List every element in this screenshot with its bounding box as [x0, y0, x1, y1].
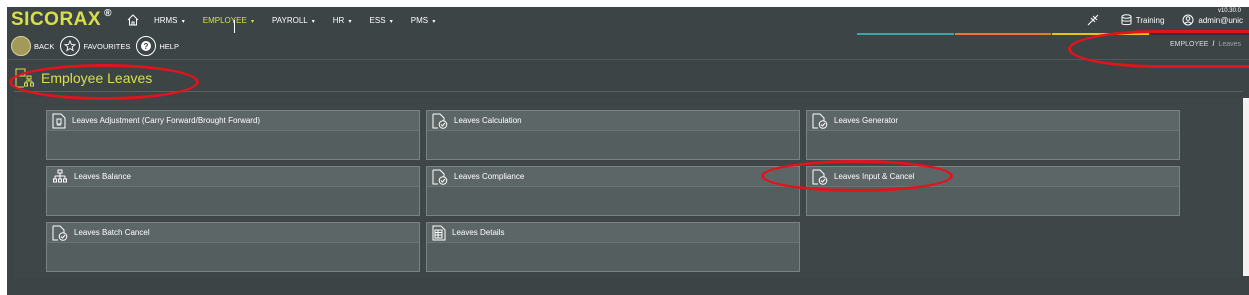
brand-logo[interactable]: SICORAX ®: [11, 8, 112, 31]
main-content: Leaves Adjustment (Carry Forward/Brought…: [7, 95, 1249, 295]
progress-strip-orange: [955, 33, 1051, 35]
document-check-icon: [812, 113, 828, 129]
document-check-icon: [432, 169, 448, 185]
progress-strip-teal: [857, 33, 954, 35]
user-icon: [1182, 14, 1194, 26]
back-button[interactable]: BACK: [7, 36, 54, 56]
secondary-toolbar: BACK FAVOURITES ? HELP EMPLOYEE / Leaves: [7, 33, 1249, 59]
page-header: Employee Leaves: [7, 59, 1249, 95]
menu-employee[interactable]: EMPLOYEE ▾: [203, 16, 254, 25]
home-icon[interactable]: [126, 13, 140, 27]
database-selector[interactable]: Training: [1121, 14, 1164, 26]
menu-payroll[interactable]: PAYROLL ▾: [272, 16, 315, 25]
progress-strip-dark: [1150, 33, 1249, 35]
breadcrumb-parent[interactable]: EMPLOYEE: [1170, 41, 1209, 48]
hierarchy-icon: [15, 68, 34, 87]
progress-strip-yellow: [1052, 33, 1149, 35]
vertical-scrollbar[interactable]: [1243, 98, 1249, 276]
hierarchy-icon: [53, 169, 67, 182]
tile-leaves-balance[interactable]: Leaves Balance: [46, 166, 420, 216]
tile-leaves-calculation[interactable]: Leaves Calculation: [426, 110, 800, 160]
menu-hr[interactable]: HR ▾: [333, 16, 352, 25]
document-badge-icon: [52, 113, 66, 128]
page-title: Employee Leaves: [41, 69, 153, 86]
tiles-panel: Leaves Adjustment (Carry Forward/Brought…: [14, 98, 1241, 278]
main-menu: HRMS ▾ EMPLOYEE ▾ PAYROLL ▾ HR ▾ ESS ▾ P…: [154, 16, 453, 25]
divider: [14, 91, 1243, 92]
tile-leaves-input-cancel[interactable]: Leaves Input & Cancel: [806, 166, 1180, 216]
document-check-icon: [52, 225, 68, 241]
document-list-icon: [432, 225, 446, 240]
document-check-icon: [812, 169, 828, 185]
tile-leaves-batch-cancel[interactable]: Leaves Batch Cancel: [46, 222, 420, 272]
tile-leaves-compliance[interactable]: Leaves Compliance: [426, 166, 800, 216]
back-icon: [11, 36, 31, 56]
user-menu[interactable]: admin@unic: [1182, 14, 1243, 26]
breadcrumb: EMPLOYEE / Leaves: [1169, 41, 1241, 48]
star-icon: [60, 36, 81, 56]
tile-leaves-adjustment[interactable]: Leaves Adjustment (Carry Forward/Brought…: [46, 110, 420, 160]
breadcrumb-current: Leaves: [1218, 41, 1241, 48]
help-icon: ?: [136, 36, 157, 56]
database-icon: [1121, 14, 1132, 26]
favourites-button[interactable]: FAVOURITES: [60, 36, 130, 56]
tile-leaves-generator[interactable]: Leaves Generator: [806, 110, 1180, 160]
plug-off-icon: [1087, 14, 1099, 26]
top-navbar: SICORAX ® HRMS ▾ EMPLOYEE ▾ PAYROLL ▾ HR …: [7, 7, 1249, 33]
menu-ess[interactable]: ESS ▾: [370, 16, 393, 25]
menu-hrms[interactable]: HRMS ▾: [154, 16, 185, 25]
top-right-tools: Training admin@unic: [1069, 7, 1243, 33]
menu-pms[interactable]: PMS ▾: [411, 16, 436, 25]
svg-text:?: ?: [144, 42, 149, 51]
document-check-icon: [432, 113, 448, 129]
connection-toggle[interactable]: [1087, 14, 1103, 26]
help-button[interactable]: ? HELP: [136, 36, 179, 56]
tile-leaves-details[interactable]: Leaves Details: [426, 222, 800, 272]
